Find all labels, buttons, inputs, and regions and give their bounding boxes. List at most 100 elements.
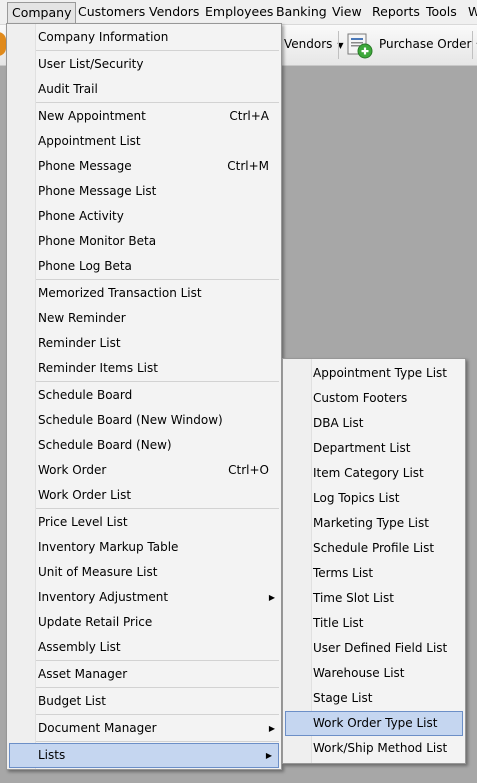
menu-item-label: User Defined Field List <box>313 641 448 655</box>
menu-item-new-reminder[interactable]: New Reminder <box>7 306 281 331</box>
toolbar-vendors-label: Vendors <box>284 37 333 51</box>
menu-item-work-order-type-list[interactable]: Work Order Type List <box>285 711 463 736</box>
menu-item-appointment-type-list[interactable]: Appointment Type List <box>283 361 465 386</box>
menu-item-phone-activity[interactable]: Phone Activity <box>7 204 281 229</box>
menu-item-schedule-board-new-window[interactable]: Schedule Board (New Window) <box>7 408 281 433</box>
menu-item-label: Memorized Transaction List <box>38 286 202 300</box>
menu-item-phone-log-beta[interactable]: Phone Log Beta <box>7 254 281 279</box>
menu-item-inventory-markup-table[interactable]: Inventory Markup Table <box>7 535 281 560</box>
menu-separator <box>36 741 279 742</box>
menu-item-assembly-list[interactable]: Assembly List <box>7 635 281 660</box>
menu-item-label: Item Category List <box>313 466 424 480</box>
menu-item-audit-trail[interactable]: Audit Trail <box>7 77 281 102</box>
menu-separator <box>36 508 279 509</box>
menu-item-log-topics-list[interactable]: Log Topics List <box>283 486 465 511</box>
menu-item-label: Log Topics List <box>313 491 400 505</box>
menu-item-work-ship-method-list[interactable]: Work/Ship Method List <box>283 736 465 761</box>
menu-item-label: Work Order List <box>38 488 132 502</box>
menu-item-stage-list[interactable]: Stage List <box>283 686 465 711</box>
menu-item-time-slot-list[interactable]: Time Slot List <box>283 586 465 611</box>
menu-item-new-appointment[interactable]: New Appointment Ctrl+A <box>7 104 281 129</box>
menu-item-label: New Appointment <box>38 109 146 123</box>
menu-window[interactable]: W <box>464 3 477 21</box>
menu-view[interactable]: View <box>328 3 366 21</box>
menu-item-inventory-adjustment[interactable]: Inventory Adjustment ▶ <box>7 585 281 610</box>
toolbar-separator <box>338 31 339 59</box>
menu-item-label: Terms List <box>313 566 374 580</box>
menu-item-schedule-board-new[interactable]: Schedule Board (New) <box>7 433 281 458</box>
menu-customers[interactable]: Customers <box>74 3 149 21</box>
menu-item-schedule-board[interactable]: Schedule Board <box>7 383 281 408</box>
menu-item-label: Warehouse List <box>313 666 405 680</box>
submenu-arrow-icon: ▶ <box>268 593 275 602</box>
menu-item-title-list[interactable]: Title List <box>283 611 465 636</box>
menu-item-label: New Reminder <box>38 311 126 325</box>
menu-separator <box>36 687 279 688</box>
menu-item-label: Inventory Markup Table <box>38 540 179 554</box>
menu-item-warehouse-list[interactable]: Warehouse List <box>283 661 465 686</box>
menu-item-phone-monitor-beta[interactable]: Phone Monitor Beta <box>7 229 281 254</box>
menu-item-user-list-security[interactable]: User List/Security <box>7 52 281 77</box>
menu-item-label: Unit of Measure List <box>38 565 158 579</box>
menu-item-label: Update Retail Price <box>38 615 153 629</box>
menu-item-company-information[interactable]: Company Information <box>7 25 281 50</box>
menu-item-department-list[interactable]: Department List <box>283 436 465 461</box>
menu-item-label: Lists <box>38 748 66 762</box>
menu-item-label: Schedule Board (New Window) <box>38 413 223 427</box>
submenu-arrow-icon: ▶ <box>265 751 272 760</box>
menu-separator <box>36 279 279 280</box>
menu-item-label: Work Order <box>38 463 107 477</box>
menu-item-label: Phone Message <box>38 159 132 173</box>
lists-submenu: Appointment Type List Custom Footers DBA… <box>282 358 466 764</box>
menu-item-budget-list[interactable]: Budget List <box>7 689 281 714</box>
toolbar-purchase-order-label: Purchase Order <box>379 37 472 51</box>
menu-item-phone-message-list[interactable]: Phone Message List <box>7 179 281 204</box>
menu-item-label: User List/Security <box>38 57 144 71</box>
menu-item-label: Price Level List <box>38 515 128 529</box>
menu-item-work-order[interactable]: Work Order Ctrl+O <box>7 458 281 483</box>
menu-separator <box>36 50 279 51</box>
menu-item-asset-manager[interactable]: Asset Manager <box>7 662 281 687</box>
menu-item-reminder-items-list[interactable]: Reminder Items List <box>7 356 281 381</box>
menu-item-shortcut: Ctrl+A <box>229 109 269 123</box>
menu-employees[interactable]: Employees <box>201 3 277 21</box>
menu-vendors[interactable]: Vendors <box>145 3 203 21</box>
menu-item-phone-message[interactable]: Phone Message Ctrl+M <box>7 154 281 179</box>
menu-company[interactable]: Company <box>7 2 77 25</box>
menu-item-unit-of-measure-list[interactable]: Unit of Measure List <box>7 560 281 585</box>
menu-item-price-level-list[interactable]: Price Level List <box>7 510 281 535</box>
menu-item-schedule-profile-list[interactable]: Schedule Profile List <box>283 536 465 561</box>
toolbar-separator <box>472 31 473 59</box>
menu-item-dba-list[interactable]: DBA List <box>283 411 465 436</box>
menu-item-lists[interactable]: Lists ▶ <box>9 743 279 768</box>
menu-item-label: Schedule Profile List <box>313 541 435 555</box>
menu-item-document-manager[interactable]: Document Manager ▶ <box>7 716 281 741</box>
toolbar-purchase-order-button[interactable]: Purchase Order▼ <box>379 37 477 51</box>
menu-item-terms-list[interactable]: Terms List <box>283 561 465 586</box>
menu-item-item-category-list[interactable]: Item Category List <box>283 461 465 486</box>
menu-item-work-order-list[interactable]: Work Order List <box>7 483 281 508</box>
menu-banking[interactable]: Banking <box>272 3 331 21</box>
menu-item-label: Stage List <box>313 691 373 705</box>
menu-item-label: Phone Monitor Beta <box>38 234 157 248</box>
menu-item-custom-footers[interactable]: Custom Footers <box>283 386 465 411</box>
menu-item-label: Inventory Adjustment <box>38 590 169 604</box>
menu-reports[interactable]: Reports <box>368 3 424 21</box>
company-menu: Company Information User List/Security A… <box>6 23 282 770</box>
menu-item-update-retail-price[interactable]: Update Retail Price <box>7 610 281 635</box>
menu-tools[interactable]: Tools <box>422 3 461 21</box>
toolbar-vendors-button[interactable]: Vendors ▼ <box>284 37 344 51</box>
menu-item-marketing-type-list[interactable]: Marketing Type List <box>283 511 465 536</box>
menu-item-reminder-list[interactable]: Reminder List <box>7 331 281 356</box>
menu-item-appointment-list[interactable]: Appointment List <box>7 129 281 154</box>
menu-item-shortcut: Ctrl+M <box>227 159 269 173</box>
menu-item-label: Schedule Board <box>38 388 133 402</box>
menu-item-label: Appointment List <box>38 134 141 148</box>
menu-item-user-defined-field-list[interactable]: User Defined Field List <box>283 636 465 661</box>
purchase-order-icon[interactable] <box>345 31 373 59</box>
menu-item-label: Document Manager <box>38 721 157 735</box>
menu-separator <box>36 660 279 661</box>
submenu-arrow-icon: ▶ <box>268 724 275 733</box>
menu-item-memorized-transaction-list[interactable]: Memorized Transaction List <box>7 281 281 306</box>
menu-item-label: Assembly List <box>38 640 121 654</box>
